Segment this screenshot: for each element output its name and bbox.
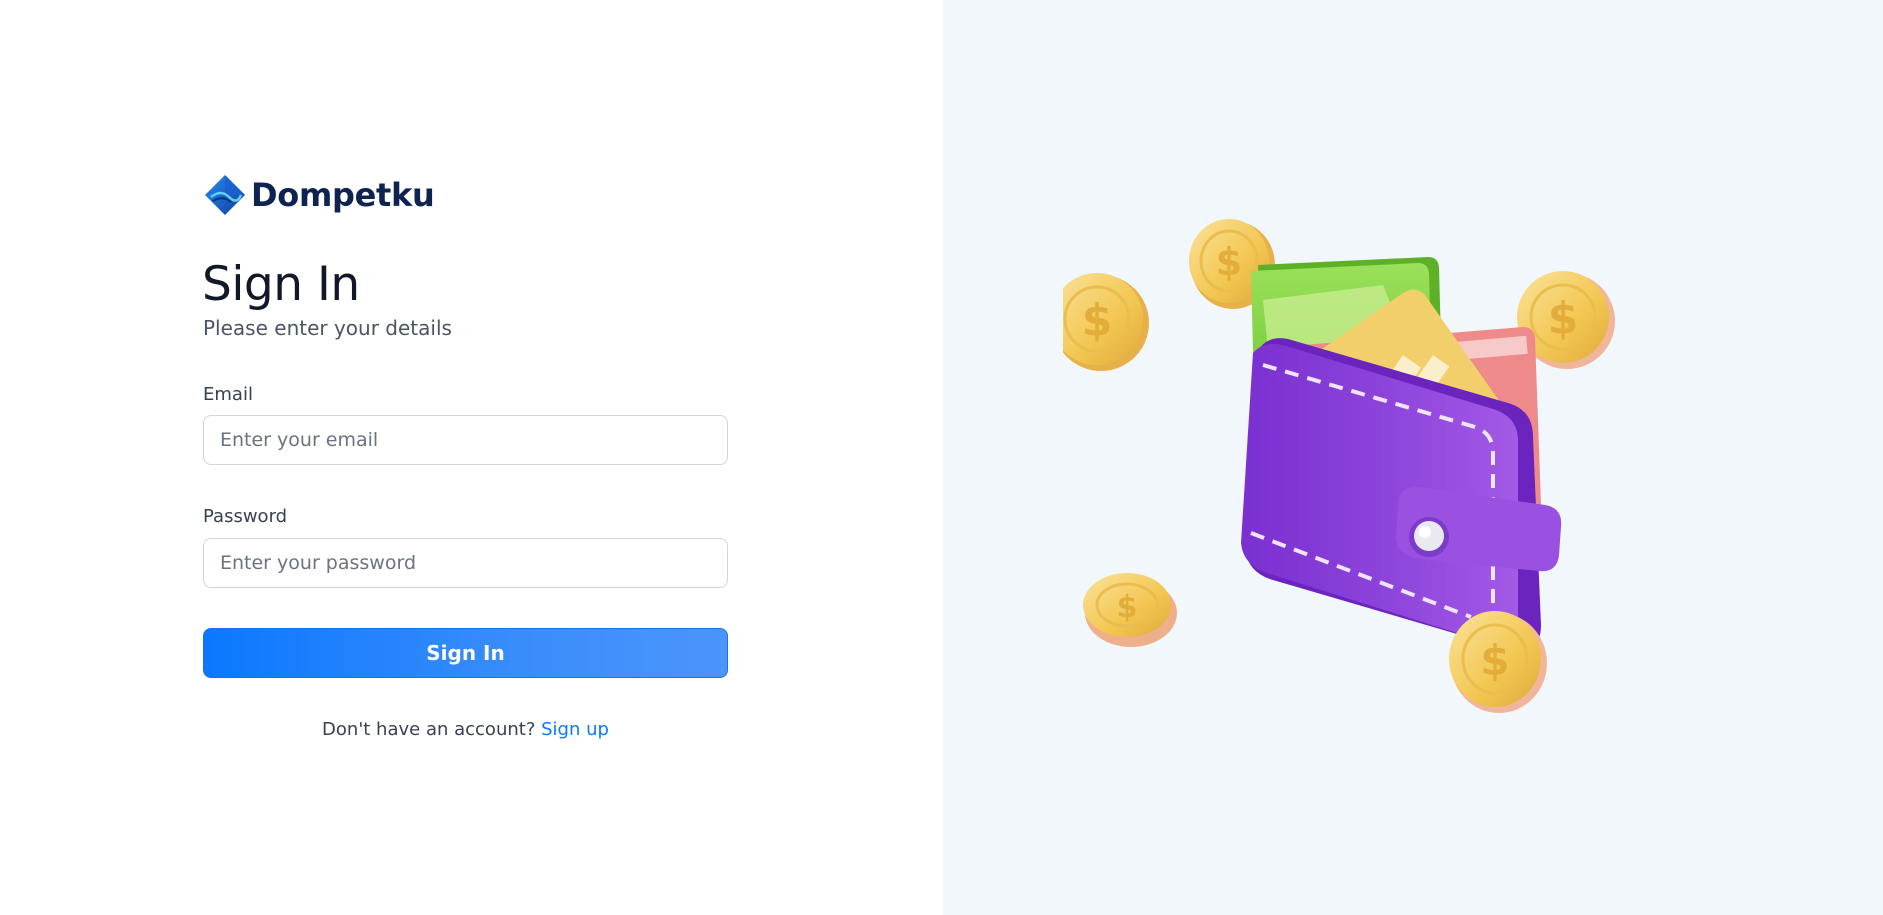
brand: Dompetku (203, 172, 435, 218)
svg-text:$: $ (1082, 295, 1113, 346)
diamond-logo-icon (205, 175, 245, 215)
sign-in-button[interactable]: Sign In (203, 628, 728, 678)
password-field[interactable] (203, 538, 728, 588)
sign-in-panel: Dompetku Sign In Please enter your detai… (0, 0, 943, 915)
signup-prompt-text: Don't have an account? (322, 719, 536, 740)
svg-text:$: $ (1216, 240, 1242, 284)
wallet-with-coins-illustration: $ $ $ $ $ (1063, 219, 1615, 713)
page-subtitle: Please enter your details (203, 316, 452, 340)
sign-in-page: Dompetku Sign In Please enter your detai… (0, 0, 1883, 915)
password-label: Password (203, 506, 288, 527)
email-label: Email (203, 384, 253, 405)
svg-text:$: $ (1548, 293, 1579, 344)
coin-icon: $ (1063, 273, 1149, 371)
coin-icon: $ (1083, 573, 1177, 647)
brand-name: Dompetku (251, 176, 435, 214)
page-title: Sign In (202, 257, 360, 312)
email-field[interactable] (203, 415, 728, 465)
sign-up-link[interactable]: Sign up (541, 719, 609, 740)
svg-text:$: $ (1480, 636, 1509, 685)
svg-text:$: $ (1117, 590, 1138, 625)
illustration-panel: $ $ $ $ $ (943, 0, 1883, 915)
signup-prompt: Don't have an account? Sign up (203, 718, 728, 742)
